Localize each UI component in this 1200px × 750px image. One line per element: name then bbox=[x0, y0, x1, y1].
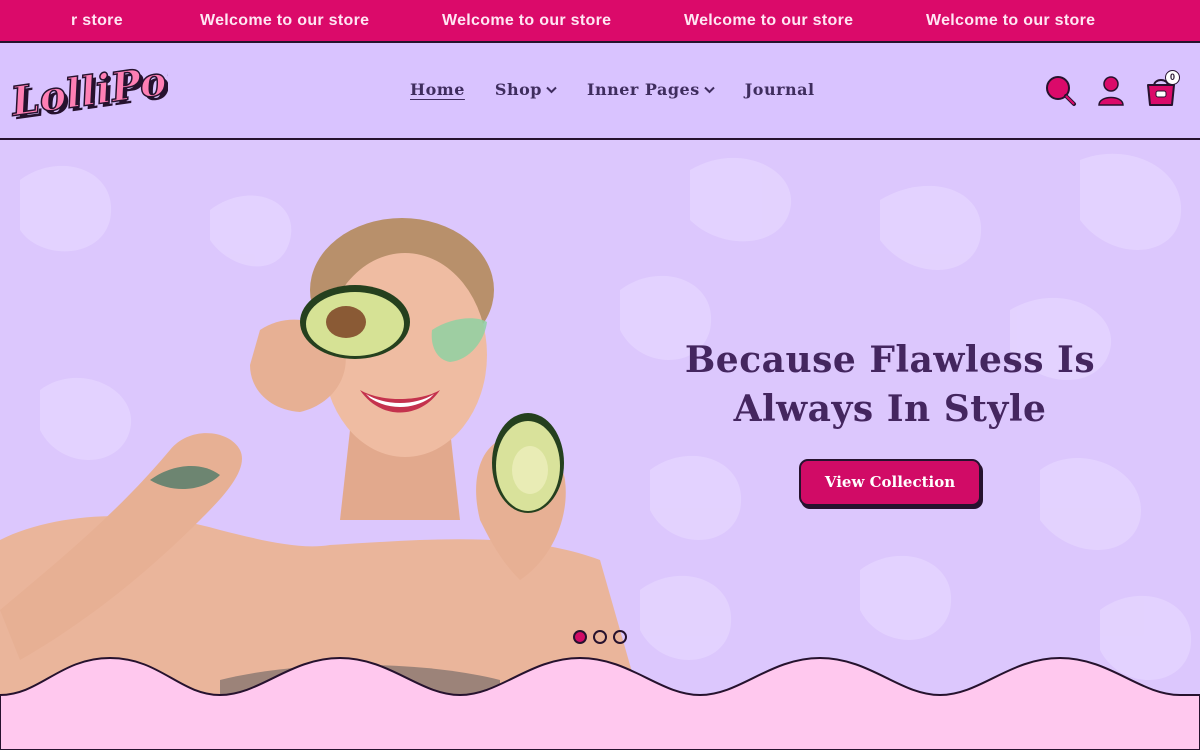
announcement-message: Welcome to our store bbox=[926, 12, 1096, 29]
announcement-message: r store bbox=[71, 12, 123, 29]
nav-label: Journal bbox=[744, 80, 815, 99]
cart-count-badge: 0 bbox=[1165, 70, 1180, 85]
main-nav: Home Shop Inner Pages Journal bbox=[410, 80, 845, 99]
hero-title: Because Flawless Is Always In Style bbox=[640, 336, 1140, 434]
nav-label: Shop bbox=[494, 80, 542, 99]
nav-item-home[interactable]: Home bbox=[410, 80, 465, 99]
hero-title-line: Always In Style bbox=[733, 388, 1047, 430]
logo-mark: LolliPop LolliPop bbox=[7, 53, 201, 130]
hero-content: Because Flawless Is Always In Style View… bbox=[640, 336, 1140, 506]
account-button[interactable] bbox=[1093, 73, 1129, 109]
nav-label: Home bbox=[410, 80, 465, 99]
search-icon bbox=[1046, 76, 1076, 106]
search-button[interactable] bbox=[1043, 73, 1079, 109]
section-wave-divider bbox=[0, 656, 1200, 750]
cart-button[interactable]: 0 bbox=[1143, 70, 1180, 109]
view-collection-button[interactable]: View Collection bbox=[799, 459, 981, 506]
hero-model-image bbox=[0, 218, 640, 700]
logo-text: LolliPop bbox=[8, 53, 168, 125]
header-actions: 0 bbox=[1043, 70, 1193, 109]
announcement-message: Welcome to our store bbox=[442, 12, 612, 29]
logo[interactable]: LolliPop LolliPop bbox=[7, 53, 201, 130]
chevron-down-icon bbox=[546, 86, 557, 93]
announcement-bar: r store Welcome to our store Welcome to … bbox=[0, 0, 1200, 43]
announcement-message: Welcome to our store bbox=[684, 12, 854, 29]
nav-item-journal[interactable]: Journal bbox=[745, 80, 815, 99]
nav-item-shop[interactable]: Shop bbox=[495, 80, 557, 99]
site-header: LolliPop LolliPop Home Shop Inner Pages … bbox=[0, 43, 1200, 140]
nav-label: Inner Pages bbox=[586, 80, 700, 99]
account-icon bbox=[1098, 76, 1124, 106]
hero-slider: Because Flawless Is Always In Style View… bbox=[0, 140, 1200, 700]
announcement-message: Welcome to our store bbox=[200, 12, 370, 29]
hero-title-line: Because Flawless Is bbox=[684, 339, 1096, 381]
chevron-down-icon bbox=[704, 86, 715, 93]
nav-item-inner-pages[interactable]: Inner Pages bbox=[587, 80, 715, 99]
